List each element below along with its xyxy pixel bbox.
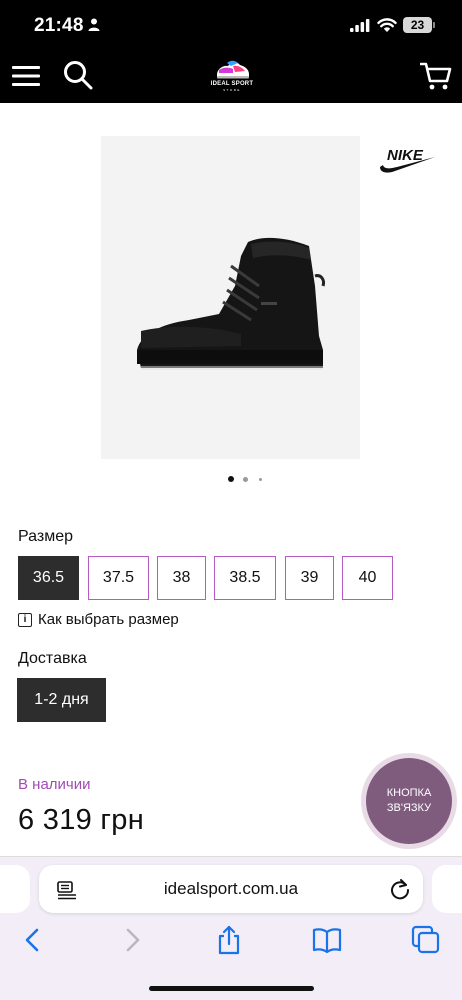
tabs-icon[interactable] xyxy=(411,925,441,955)
logo-subtext: STORE xyxy=(223,88,241,92)
boot-image xyxy=(137,237,325,370)
site-logo[interactable]: IDEAL SPORT STORE xyxy=(209,57,255,97)
battery-icon: 23 xyxy=(403,17,432,33)
product-image[interactable] xyxy=(101,136,360,459)
gallery-dot-2[interactable] xyxy=(243,477,248,482)
size-option-39[interactable]: 39 xyxy=(285,556,334,600)
callback-button[interactable]: КНОПКА ЗВ'ЯЗКУ xyxy=(366,758,452,844)
bookmarks-icon[interactable] xyxy=(312,925,342,955)
battery-tip xyxy=(433,22,435,28)
browser-toolbar: idealsport.com.ua xyxy=(0,856,462,1000)
status-bar: 21:48 23 xyxy=(0,0,462,50)
size-label: Размер xyxy=(18,528,73,545)
size-option-36-5[interactable]: 36.5 xyxy=(18,556,79,600)
nike-logo: NIKE xyxy=(380,147,435,173)
info-icon: i xyxy=(18,613,32,627)
url-text[interactable]: idealsport.com.ua xyxy=(39,879,423,899)
size-options: 36.5 37.5 38 38.5 39 40 xyxy=(18,556,448,600)
logo-sneaker-icon xyxy=(217,60,249,79)
delivery-option[interactable]: 1-2 дня xyxy=(17,678,106,722)
cart-icon[interactable] xyxy=(420,61,452,91)
home-indicator xyxy=(149,986,314,991)
site-header: IDEAL SPORT STORE xyxy=(0,50,462,103)
gallery-dots xyxy=(226,475,266,483)
product-price: 6 319 грн xyxy=(18,804,145,836)
menu-icon[interactable] xyxy=(12,62,40,90)
gallery-dot-3[interactable] xyxy=(259,478,262,481)
delivery-label: Доставка xyxy=(18,650,87,667)
back-icon[interactable] xyxy=(18,925,48,955)
callback-line-2: ЗВ'ЯЗКУ xyxy=(386,802,432,814)
size-guide-label: Как выбрать размер xyxy=(38,611,179,628)
availability-status: В наличии xyxy=(18,776,91,793)
size-option-38-5[interactable]: 38.5 xyxy=(214,556,276,600)
logo-text: IDEAL SPORT xyxy=(210,81,254,87)
previous-tab-preview[interactable] xyxy=(0,865,30,913)
wifi-icon xyxy=(377,18,397,32)
status-time: 21:48 xyxy=(34,15,84,36)
next-tab-preview[interactable] xyxy=(432,865,462,913)
share-icon[interactable] xyxy=(214,925,244,955)
size-option-37-5[interactable]: 37.5 xyxy=(88,556,149,600)
size-option-38[interactable]: 38 xyxy=(157,556,206,600)
signal-icon xyxy=(350,19,370,32)
reload-icon[interactable] xyxy=(389,878,411,900)
person-icon xyxy=(88,18,100,31)
address-bar[interactable]: idealsport.com.ua xyxy=(39,865,423,913)
search-icon[interactable] xyxy=(63,60,93,90)
callback-line-1: КНОПКА xyxy=(386,787,432,799)
size-option-40[interactable]: 40 xyxy=(342,556,393,600)
gallery-dot-1[interactable] xyxy=(228,476,234,482)
forward-icon[interactable] xyxy=(117,925,147,955)
